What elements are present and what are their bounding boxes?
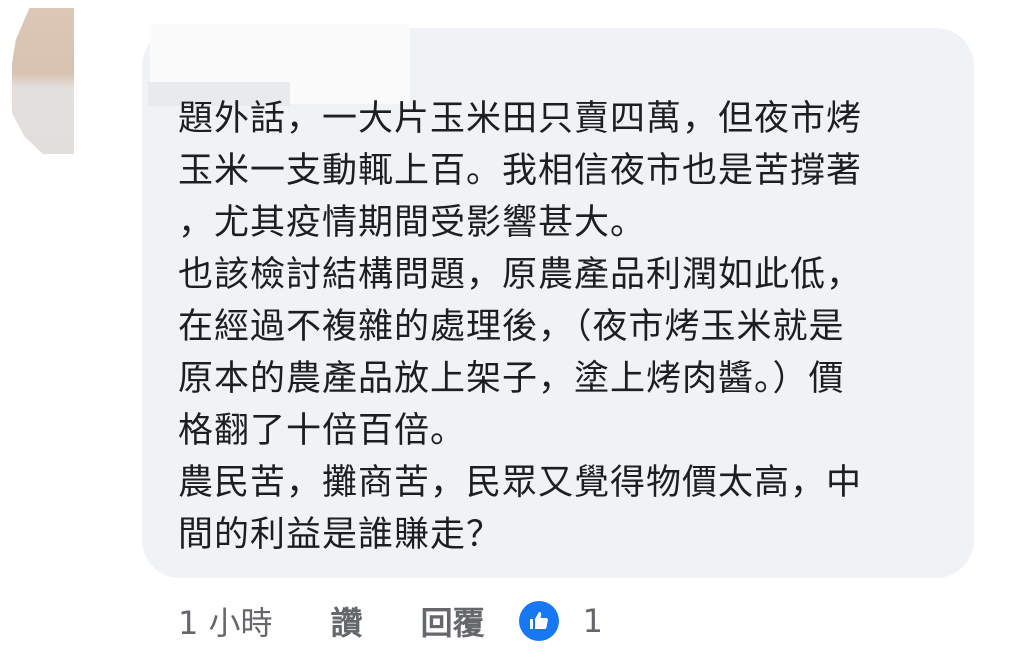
like-button[interactable]: 讚 [331,598,363,644]
comment-line: 格翻了十倍百倍。 [178,411,467,451]
comment-body: 題外話，一大片玉米田只賣四萬，但夜市烤 玉米一支動輒上百。我相信夜市也是苦撐著 … [178,93,908,561]
comment-line: 原本的農產品放上架子，塗上烤肉醬。）價 [178,359,845,399]
comment-line: 玉米一支動輒上百。我相信夜市也是苦撐著 [178,151,863,191]
comment-meta-bar: 1 小時 讚 回覆 1 [178,597,603,645]
thumbs-up-icon[interactable] [518,601,559,641]
reaction-count[interactable]: 1 [583,602,603,640]
comment-line: 題外話，一大片玉米田只賣四萬，但夜市烤 [178,99,863,139]
reply-button[interactable]: 回覆 [421,598,485,644]
comment-line: 也該檢討結構問題，原農產品利潤如此低， [178,255,863,295]
comment-line: 間的利益是誰賺走？ [178,515,503,555]
comment-item: 題外話，一大片玉米田只賣四萬，但夜市烤 玉米一支動輒上百。我相信夜市也是苦撐著 … [0,0,1024,662]
comment-line: 在經過不複雜的處理後，（夜市烤玉米就是 [178,307,845,347]
comment-line: 農民苦，攤商苦，民眾又覺得物價太高，中 [178,463,863,503]
avatar[interactable] [12,8,74,154]
comment-line: ，尤其疫情期間受影響甚大。 [178,203,647,243]
comment-timestamp[interactable]: 1 小時 [178,598,273,644]
